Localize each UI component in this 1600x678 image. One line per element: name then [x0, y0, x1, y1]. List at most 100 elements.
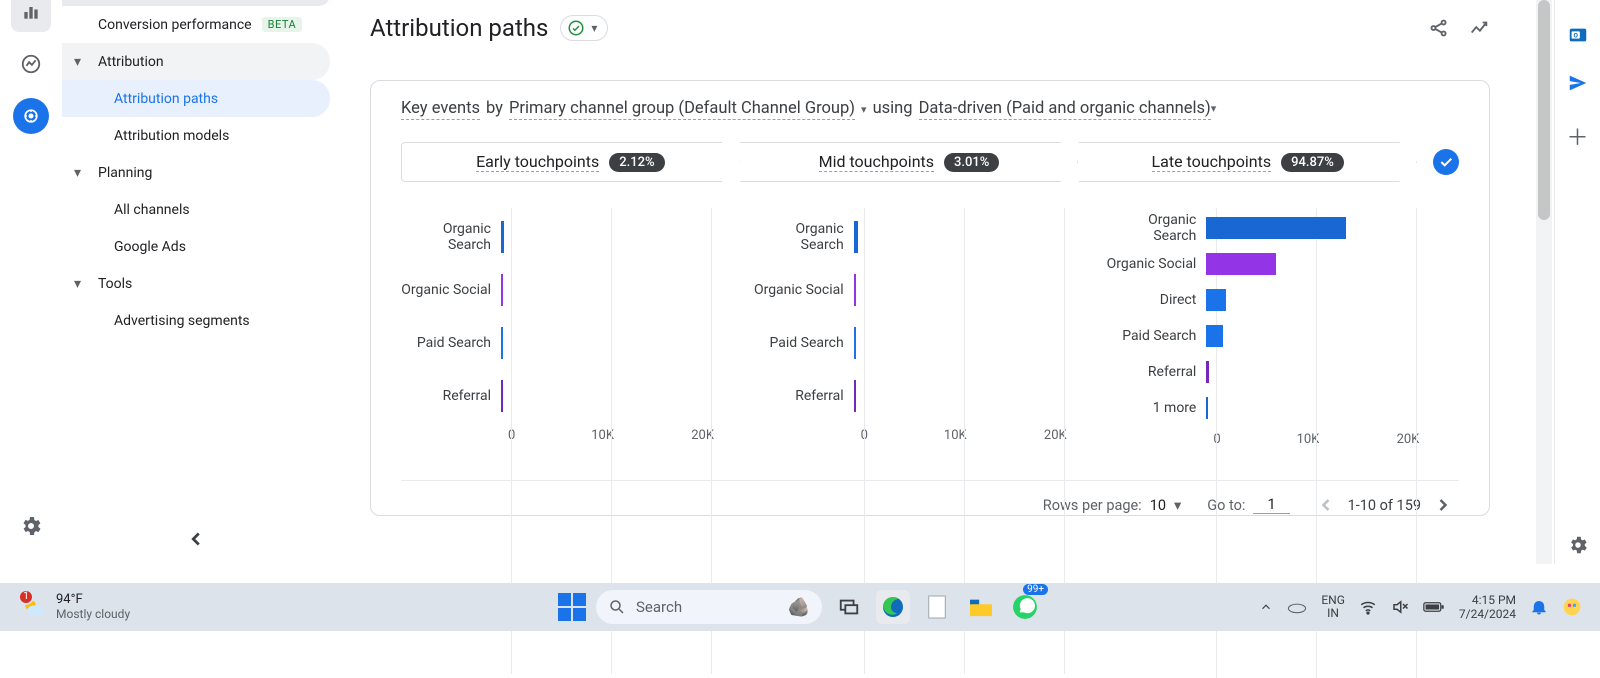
add-icon[interactable]: ＋ [1566, 120, 1588, 152]
bar [501, 221, 504, 253]
sidebar-label: Attribution paths [114, 91, 218, 107]
send-icon[interactable] [1567, 72, 1589, 94]
sidebar-item-advertising-segments[interactable]: Advertising segments [62, 302, 330, 339]
sidebar-label: Planning [98, 165, 152, 181]
page-title: Attribution paths [370, 14, 548, 42]
apply-check-icon[interactable] [1433, 149, 1459, 175]
whatsapp-icon[interactable]: 99+ [1008, 590, 1042, 624]
clock-date: 7/24/2024 [1459, 607, 1516, 621]
collapse-sidebar-icon[interactable] [185, 528, 207, 550]
bar-label: Paid Search [754, 335, 854, 351]
sidebar-label: All channels [114, 202, 190, 218]
tab-late-touchpoints[interactable]: Late touchpoints 94.87% [1078, 142, 1417, 182]
chevron-down-icon[interactable]: ▾ [861, 103, 867, 116]
notepad-icon[interactable] [920, 590, 954, 624]
next-page-icon[interactable] [1433, 495, 1453, 515]
share-icon[interactable] [1428, 17, 1450, 39]
advertising-icon[interactable] [11, 96, 51, 136]
sidebar-label: Tools [98, 276, 132, 292]
sidebar-item-attribution[interactable]: ▾ Attribution [62, 43, 330, 80]
filter-line: Key events by Primary channel group (Def… [401, 99, 1459, 120]
chevron-down-icon: ▾ [1174, 497, 1181, 514]
filter-dimension[interactable]: Primary channel group (Default Channel G… [509, 99, 855, 120]
tab-mid-touchpoints[interactable]: Mid touchpoints 3.01% [740, 142, 1079, 182]
goto-label: Go to: [1207, 497, 1245, 514]
chevron-down-icon[interactable]: ▾ [1211, 102, 1217, 115]
explore-icon[interactable] [11, 44, 51, 84]
insights-icon[interactable] [1468, 17, 1490, 39]
language-indicator[interactable]: ENG IN [1321, 594, 1345, 620]
notifications-icon[interactable] [1530, 598, 1548, 616]
chart-mid: Organic Search Organic Social Paid Searc… [754, 196, 1107, 476]
taskbar-clock[interactable]: 4:15 PM 7/24/2024 [1459, 593, 1516, 622]
taskbar-right: ENG IN 4:15 PM 7/24/2024 [1259, 593, 1600, 622]
bar [1206, 289, 1226, 311]
goto-page[interactable]: Go to: 1 [1207, 496, 1289, 514]
bar-label: Referral [1106, 364, 1206, 380]
x-axis: 0 10K 20K [1216, 432, 1459, 447]
bar [501, 274, 503, 306]
search-icon [608, 598, 626, 616]
copilot-icon[interactable] [1562, 597, 1582, 617]
page-range: 1-10 of 159 [1348, 497, 1421, 514]
tab-early-touchpoints[interactable]: Early touchpoints 2.12% [401, 142, 740, 182]
bar-label: Referral [401, 388, 501, 404]
chart-late: Organic Search Organic Social Direct Pai… [1106, 196, 1459, 476]
notif-badge: 99+ [1023, 584, 1048, 595]
sidebar-item-attribution-paths[interactable]: Attribution paths [62, 80, 330, 117]
onedrive-icon[interactable] [1287, 600, 1307, 614]
sidebar-label: Google Ads [114, 239, 186, 255]
bar-label: Organic Social [754, 282, 854, 298]
bar [1206, 253, 1276, 275]
taskbar-search[interactable]: Search 🪨 [596, 590, 822, 624]
tab-label: Early touchpoints [476, 152, 599, 172]
vertical-scrollbar[interactable] [1536, 0, 1552, 564]
bar [1206, 217, 1346, 239]
bar [1206, 361, 1209, 383]
task-view-icon[interactable] [832, 590, 866, 624]
sidebar-item-conversion-performance[interactable]: Conversion performance BETA [62, 6, 330, 43]
sidebar-item-all-channels[interactable]: All channels [62, 191, 330, 228]
rpp-value: 10 [1150, 497, 1166, 514]
weather-cond: Mostly cloudy [56, 607, 130, 621]
wifi-icon[interactable] [1359, 598, 1377, 616]
bar-label: Organic Social [401, 282, 501, 298]
search-placeholder: Search [636, 598, 682, 616]
tab-label: Late touchpoints [1152, 152, 1272, 172]
gear-icon[interactable] [1567, 534, 1589, 556]
sidebar-item-google-ads[interactable]: Google Ads [62, 228, 330, 265]
admin-settings-icon[interactable] [11, 506, 51, 546]
taskbar-center: Search 🪨 99+ [558, 590, 1042, 624]
volume-muted-icon[interactable] [1391, 598, 1409, 616]
prev-page-icon[interactable] [1316, 495, 1336, 515]
sidebar-label: Advertising segments [114, 313, 250, 329]
scrollbar-thumb[interactable] [1538, 0, 1550, 220]
tab-percent: 2.12% [609, 153, 664, 172]
bar [501, 380, 503, 412]
sidebar-item-attribution-models[interactable]: Attribution models [62, 117, 330, 154]
file-explorer-icon[interactable] [964, 590, 998, 624]
sidebar-item-planning[interactable]: ▾ Planning [62, 154, 330, 191]
filter-key-events[interactable]: Key events [401, 99, 480, 120]
outlook-icon[interactable]: O [1567, 24, 1589, 46]
filter-model[interactable]: Data-driven (Paid and organic channels) [919, 99, 1211, 120]
sidebar-label: Attribution models [114, 128, 229, 144]
taskbar-weather[interactable]: 1 94°F Mostly cloudy [0, 593, 130, 621]
tab-percent: 3.01% [944, 153, 999, 172]
sidebar-item-tools[interactable]: ▾ Tools [62, 265, 330, 302]
caret-down-icon: ▾ [74, 54, 90, 70]
start-button[interactable] [558, 593, 586, 621]
bar-label: Direct [1106, 292, 1206, 308]
reports-icon[interactable] [11, 0, 51, 32]
battery-icon[interactable] [1423, 600, 1445, 614]
bar [854, 327, 856, 359]
bar-label: Organic Search [1106, 212, 1206, 244]
edge-icon[interactable] [876, 590, 910, 624]
report-card: Key events by Primary channel group (Def… [370, 80, 1490, 516]
tray-chevron-icon[interactable] [1259, 600, 1273, 614]
status-pill[interactable]: ▾ [560, 15, 608, 41]
bar-label: 1 more [1106, 400, 1206, 416]
goto-value: 1 [1253, 496, 1289, 514]
main-content: Attribution paths ▾ Key events by Primar… [330, 0, 1530, 564]
bar-label: Paid Search [1106, 328, 1206, 344]
